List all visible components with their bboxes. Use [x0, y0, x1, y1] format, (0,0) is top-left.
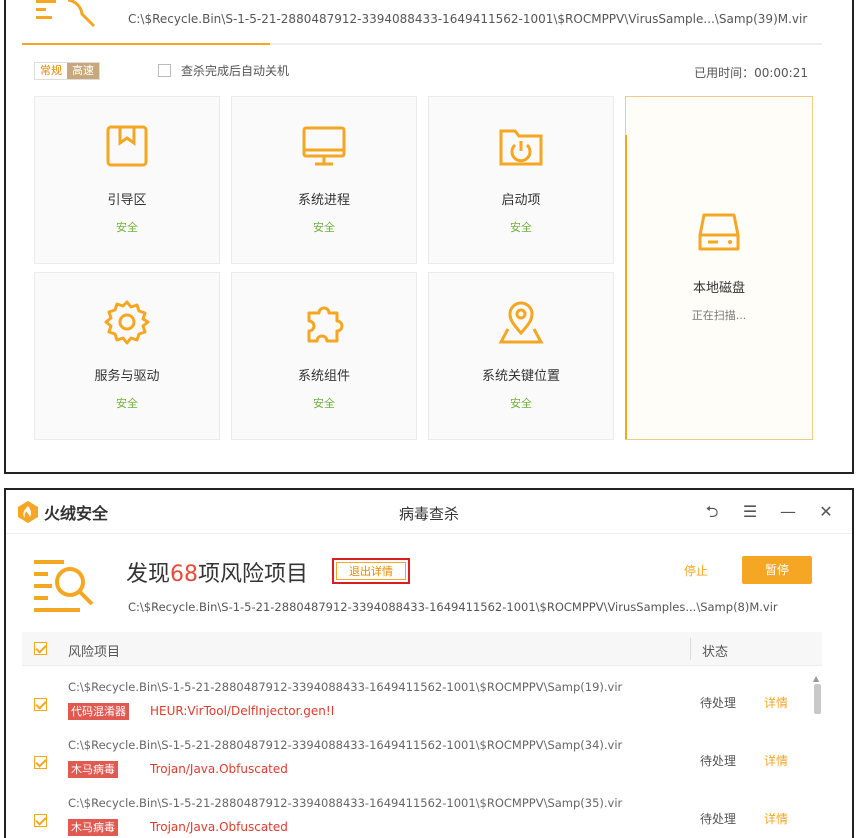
- scan-card-local-disk: 本地磁盘 正在扫描...: [625, 96, 813, 440]
- risk-summary-suffix: 项风险项目: [198, 562, 309, 587]
- huorong-window: 火绒安全 病毒查杀 ⮌ ☰ — ✕ 发现68项风险项目 退出详情 停止 暂停 C…: [4, 488, 854, 838]
- table-row: C:\$Recycle.Bin\S-1-5-21-2880487912-3394…: [22, 674, 822, 732]
- elapsed-time: 已用时间：00:00:21: [694, 66, 808, 80]
- threat-type-tag: 木马病毒: [68, 819, 118, 836]
- risk-summary: 发现68项风险项目: [126, 556, 308, 588]
- scan-card-title: 启动项: [501, 193, 541, 208]
- auto-shutdown-option[interactable]: 查杀完成后自动关机: [158, 62, 289, 79]
- scan-card-title: 系统进程: [297, 193, 350, 208]
- scan-card-status: 安全: [510, 397, 532, 410]
- row-detail-link[interactable]: 详情: [764, 694, 788, 711]
- row-detail-link[interactable]: 详情: [764, 752, 788, 769]
- column-separator: [690, 638, 691, 660]
- hard-disk-icon: [698, 213, 740, 251]
- window-controls: ⮌ ☰ — ✕: [686, 500, 838, 524]
- scan-progress-panel: C:\$Recycle.Bin\S-1-5-21-2880487912-3394…: [4, 0, 854, 474]
- title-bar: 火绒安全 病毒查杀 ⮌ ☰ — ✕: [6, 490, 852, 534]
- back-icon[interactable]: ⮌: [700, 500, 724, 524]
- scan-card-status: 安全: [116, 221, 138, 234]
- scan-card-title: 引导区: [107, 193, 147, 208]
- scan-card-services-drivers: 服务与驱动 安全: [34, 272, 220, 440]
- auto-shutdown-label: 查杀完成后自动关机: [181, 64, 290, 78]
- risk-file-path: C:\$Recycle.Bin\S-1-5-21-2880487912-3394…: [68, 680, 623, 694]
- column-risk-item: 风险项目: [68, 645, 121, 660]
- select-all-checkbox[interactable]: [34, 642, 47, 655]
- scan-progress-bar: [22, 43, 822, 45]
- auto-shutdown-checkbox[interactable]: [158, 64, 171, 77]
- scan-progress-fill: [22, 43, 270, 45]
- scroll-thumb[interactable]: [814, 684, 821, 714]
- column-status: 状态: [702, 645, 729, 660]
- risk-file-path: C:\$Recycle.Bin\S-1-5-21-2880487912-3394…: [68, 796, 623, 810]
- scan-mode-toggle: 常规 高速: [34, 62, 100, 80]
- location-pin-icon: [498, 301, 544, 344]
- scan-card-key-locations: 系统关键位置 安全: [428, 272, 614, 440]
- virus-scan-logo-icon: [34, 560, 94, 612]
- scan-card-title: 本地磁盘: [692, 281, 745, 296]
- minimize-icon[interactable]: —: [776, 500, 800, 524]
- scan-card-status: 安全: [510, 221, 532, 234]
- gear-icon: [104, 300, 150, 345]
- row-status: 待处理: [700, 696, 737, 710]
- scan-card-title: 系统关键位置: [481, 369, 560, 384]
- row-status: 待处理: [700, 812, 737, 826]
- row-detail-link[interactable]: 详情: [764, 810, 788, 827]
- threat-name: Trojan/Java.Obfuscated: [150, 762, 288, 776]
- results-table-header: 风险项目 状态: [22, 632, 822, 666]
- current-scan-path: C:\$Recycle.Bin\S-1-5-21-2880487912-3394…: [128, 600, 778, 614]
- threat-name: Trojan/Java.Obfuscated: [150, 820, 288, 834]
- screenshot-root: C:\$Recycle.Bin\S-1-5-21-2880487912-3394…: [0, 0, 862, 838]
- mode-fast-button[interactable]: 高速: [67, 63, 99, 79]
- monitor-icon: [302, 126, 346, 166]
- scan-card-boot-sector: 引导区 安全: [34, 96, 220, 264]
- risk-summary-prefix: 发现: [126, 562, 171, 587]
- menu-icon[interactable]: ☰: [738, 500, 762, 524]
- stop-button[interactable]: 停止: [684, 562, 708, 579]
- scan-card-startup-items: 启动项 安全: [428, 96, 614, 264]
- scan-card-status: 安全: [313, 221, 335, 234]
- scan-logo-icon: [36, 0, 96, 28]
- table-row: C:\$Recycle.Bin\S-1-5-21-2880487912-3394…: [22, 732, 822, 790]
- threat-name: HEUR:VirTool/DelfInjector.gen!I: [150, 704, 335, 718]
- threat-type-tag: 木马病毒: [68, 761, 118, 778]
- power-folder-icon: [499, 129, 543, 166]
- pause-button[interactable]: 暂停: [742, 556, 812, 584]
- exit-details-button[interactable]: 退出详情: [332, 558, 410, 584]
- bookmark-book-icon: [106, 125, 148, 167]
- scan-card-status: 正在扫描...: [691, 309, 747, 322]
- scan-card-title: 服务与驱动: [94, 369, 160, 384]
- scan-card-status: 安全: [313, 397, 335, 410]
- puzzle-icon: [307, 306, 344, 343]
- scan-card-status: 安全: [116, 397, 138, 410]
- mode-normal-button[interactable]: 常规: [35, 63, 67, 79]
- scan-current-path: C:\$Recycle.Bin\S-1-5-21-2880487912-3394…: [128, 12, 808, 26]
- scroll-up-icon[interactable]: ▲: [813, 674, 819, 683]
- row-checkbox[interactable]: [34, 814, 47, 827]
- table-row: C:\$Recycle.Bin\S-1-5-21-2880487912-3394…: [22, 790, 822, 838]
- row-checkbox[interactable]: [34, 698, 47, 711]
- exit-details-label: 退出详情: [336, 562, 406, 580]
- close-icon[interactable]: ✕: [814, 500, 838, 524]
- scan-card-system-components: 系统组件 安全: [231, 272, 417, 440]
- risk-count: 68: [170, 562, 199, 587]
- results-scrollbar[interactable]: ▲: [812, 674, 822, 838]
- row-checkbox[interactable]: [34, 756, 47, 769]
- risk-file-path: C:\$Recycle.Bin\S-1-5-21-2880487912-3394…: [68, 738, 623, 752]
- row-status: 待处理: [700, 754, 737, 768]
- scan-card-system-process: 系统进程 安全: [231, 96, 417, 264]
- threat-type-tag: 代码混淆器: [68, 703, 129, 720]
- scan-card-title: 系统组件: [297, 369, 350, 384]
